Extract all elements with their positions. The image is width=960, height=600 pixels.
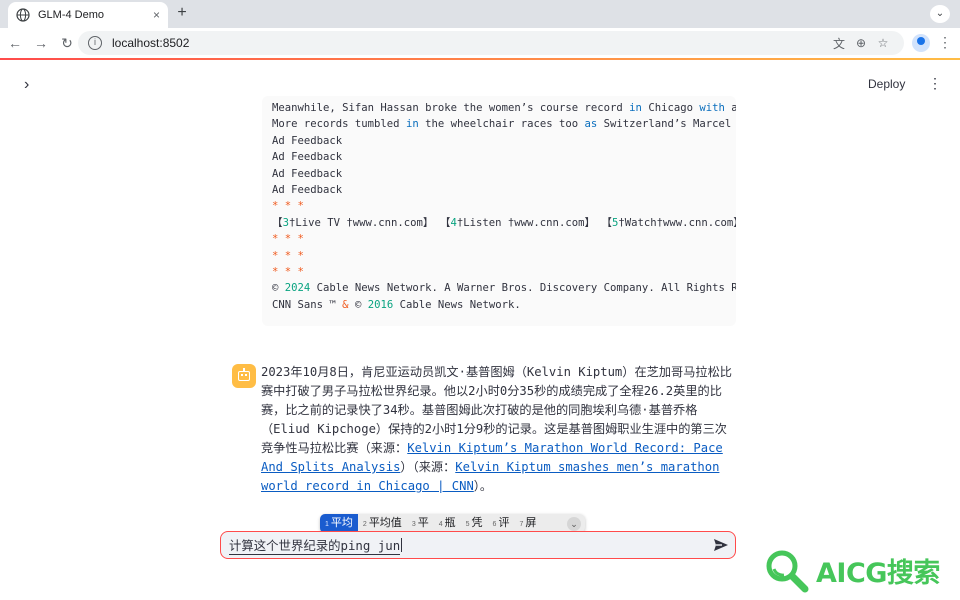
code-token: 2016	[367, 298, 394, 311]
bookmark-star-icon[interactable]: ☆	[872, 36, 894, 50]
code-token: Chicago	[641, 102, 700, 114]
ime-candidate-index: 5	[465, 521, 470, 528]
globe-icon	[16, 8, 30, 22]
code-token: †Live TV †www.cnn.com】 【	[288, 216, 451, 229]
code-token: Ad Feedback	[272, 151, 343, 164]
code-token: in	[629, 102, 642, 114]
code-token: Cable News Network.	[393, 298, 521, 311]
code-token: More records tumbled	[272, 118, 406, 131]
forward-icon[interactable]: →	[28, 35, 54, 51]
ime-candidate-index: 3	[411, 521, 416, 528]
code-token: * * *	[272, 200, 304, 213]
ime-candidate-index: 7	[519, 521, 524, 528]
new-tab-icon[interactable]: +	[174, 5, 190, 21]
code-token: Cable News Network. A Warner Bros. Disco…	[310, 282, 736, 295]
code-token: the wheelchair races too	[418, 118, 585, 131]
code-token: 【	[272, 216, 283, 229]
tab-title: GLM-4 Demo	[38, 9, 105, 21]
code-token: * * *	[272, 265, 304, 278]
answer-text: ）（来源：	[400, 460, 456, 474]
chat-input[interactable]: 计算这个世界纪录的ping jun	[220, 531, 736, 559]
tool-output-code-block: Meanwhile, Sifan Hassan broke the women’…	[262, 96, 736, 326]
assistant-avatar-icon	[232, 364, 256, 388]
address-bar[interactable]: i localhost:8502 文 ⊕ ☆	[78, 31, 904, 55]
magnifier-logo-icon	[766, 550, 809, 593]
site-info-icon[interactable]: i	[88, 36, 102, 50]
watermark-text: AICG搜索	[816, 557, 940, 589]
code-token: * * *	[272, 233, 304, 246]
code-token: Ad Feedback	[272, 167, 343, 180]
browser-tab[interactable]: GLM-4 Demo ×	[8, 2, 168, 28]
code-token: CNN Sans ™	[272, 298, 343, 311]
code-line: Ad Feedback	[272, 149, 736, 165]
code-token: in	[405, 118, 419, 131]
text-caret	[401, 538, 403, 552]
sidebar-expand-icon[interactable]: ›	[24, 76, 29, 94]
ime-candidate-label: 平均	[330, 517, 353, 529]
ime-candidate-index: 4	[438, 521, 443, 528]
ime-candidate-label: 平	[417, 517, 429, 529]
address-url[interactable]: localhost:8502	[112, 36, 828, 50]
back-icon[interactable]: ←	[2, 35, 28, 51]
code-line: * * *	[272, 264, 736, 280]
code-token: a t	[731, 102, 736, 114]
code-token: Ad Feedback	[272, 134, 343, 147]
code-token: ©	[348, 298, 368, 311]
code-token: ©	[272, 282, 285, 295]
ime-candidate-label: 评	[498, 517, 510, 529]
reload-icon[interactable]: ↻	[54, 35, 80, 52]
code-line: * * *	[272, 231, 736, 247]
app-header-accent-bar	[0, 58, 960, 60]
ime-expand-icon[interactable]: ⌄	[567, 516, 581, 531]
watermark: AICG搜索	[762, 540, 960, 600]
ime-candidate-label: 屏	[525, 517, 537, 529]
code-line: 【3†Live TV †www.cnn.com】 【4†Listen †www.…	[272, 215, 736, 231]
code-line: Ad Feedback	[272, 166, 736, 182]
code-line: * * *	[272, 198, 736, 214]
code-token: Switzerland’s Marcel Hu	[597, 118, 736, 131]
code-line: Ad Feedback	[272, 133, 736, 149]
code-token: Meanwhile, Sifan Hassan broke the women’…	[272, 102, 630, 114]
code-token: †Listen †www.cnn.com】 【	[456, 216, 613, 229]
answer-text: ）。	[473, 479, 493, 493]
code-token: as	[584, 118, 598, 131]
code-line: Ad Feedback	[272, 182, 736, 198]
ime-candidate-index: 1	[325, 521, 329, 528]
code-token: with	[699, 102, 725, 114]
ime-candidate-label: 平均值	[368, 517, 402, 529]
assistant-message: 2023年10月8日，肯尼亚运动员凯文·基普图姆（Kelvin Kiptum）在…	[261, 363, 739, 496]
zoom-icon[interactable]: ⊕	[850, 36, 872, 50]
chat-input-value[interactable]: 计算这个世界纪录的ping jun	[229, 536, 401, 555]
ime-candidate-label: 瓶	[444, 517, 456, 529]
translate-icon[interactable]: 文	[828, 35, 850, 52]
code-token: †Watch†www.cnn.com】	[618, 216, 736, 229]
tab-close-icon[interactable]: ×	[153, 8, 160, 22]
code-line: * * *	[272, 248, 736, 264]
profile-avatar-icon[interactable]	[912, 34, 930, 52]
ime-candidate-index: 2	[362, 521, 367, 528]
code-line: More records tumbled in the wheelchair r…	[272, 116, 736, 132]
ime-candidate-index: 6	[492, 521, 497, 528]
code-line: CNN Sans ™ & © 2016 Cable News Network.	[272, 297, 736, 313]
browser-toolbar: ← → ↻ i localhost:8502 文 ⊕ ☆ ⋮	[0, 28, 960, 58]
deploy-button[interactable]: Deploy	[868, 77, 905, 91]
code-token: * * *	[272, 249, 304, 262]
tab-search-icon[interactable]: ⌄	[930, 5, 950, 23]
browser-menu-icon[interactable]: ⋮	[938, 34, 952, 51]
code-line: © 2024 Cable News Network. A Warner Bros…	[272, 280, 736, 296]
app-menu-icon[interactable]: ⋮	[928, 75, 942, 92]
browser-tab-strip: GLM-4 Demo × + ⌄	[0, 0, 960, 28]
code-line: Meanwhile, Sifan Hassan broke the women’…	[272, 100, 736, 116]
ime-candidate-label: 凭	[471, 517, 483, 529]
code-token: Ad Feedback	[272, 183, 343, 196]
code-token: 2024	[284, 282, 311, 295]
send-icon[interactable]	[713, 537, 729, 553]
